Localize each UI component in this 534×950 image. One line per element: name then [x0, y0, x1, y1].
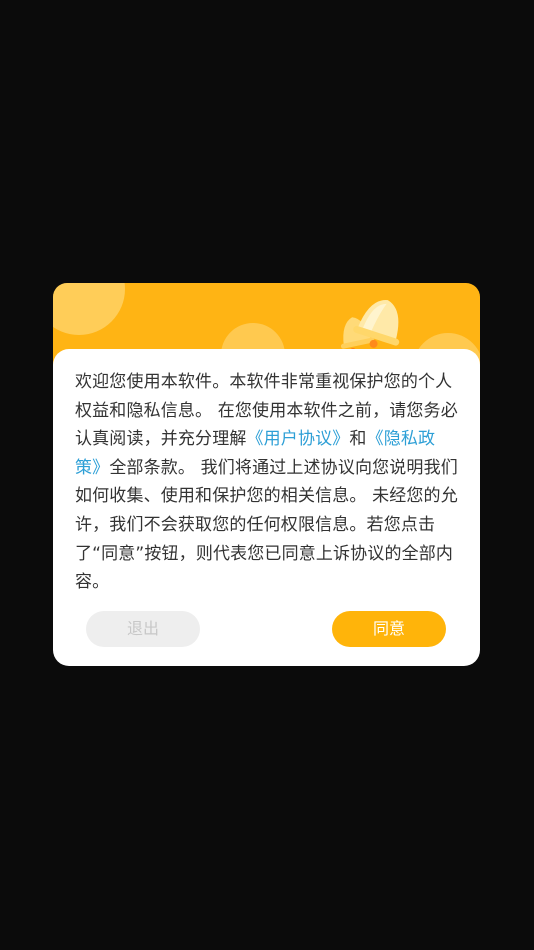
user-agreement-link[interactable]: 《用户协议》 — [247, 429, 350, 449]
privacy-message: 欢迎您使用本软件。本软件非常重视保护您的个人权益和隐私信息。 在您使用本软件之前… — [75, 368, 460, 597]
screen-overlay: 欢迎您使用本软件。本软件非常重视保护您的个人权益和隐私信息。 在您使用本软件之前… — [0, 0, 534, 950]
bell-icon — [333, 291, 413, 357]
agree-button[interactable]: 同意 — [332, 611, 446, 647]
privacy-consent-dialog: 欢迎您使用本软件。本软件非常重视保护您的个人权益和隐私信息。 在您使用本软件之前… — [53, 283, 480, 666]
message-text: 和 — [349, 429, 367, 450]
exit-button[interactable]: 退出 — [86, 611, 200, 647]
decorative-bubble — [53, 283, 125, 335]
message-text: 全部条款。 我们将通过上述协议向您说明我们如何收集、使用和保护您的相关信息。 未… — [75, 457, 458, 593]
dialog-body: 欢迎您使用本软件。本软件非常重视保护您的个人权益和隐私信息。 在您使用本软件之前… — [53, 349, 480, 666]
